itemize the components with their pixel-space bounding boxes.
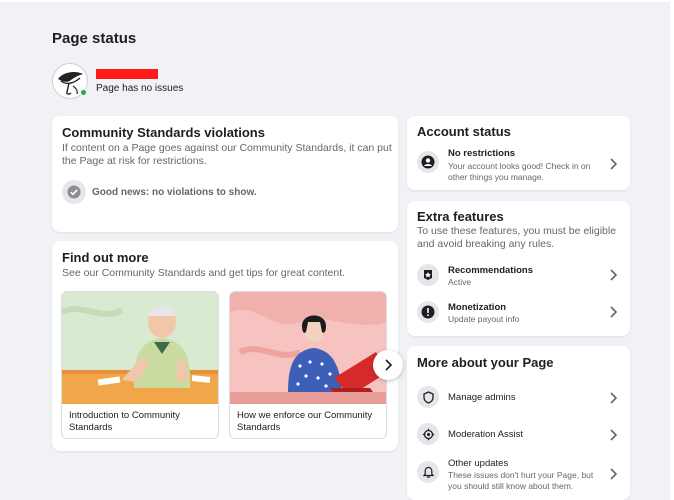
moderation-assist-label: Moderation Assist bbox=[448, 429, 523, 440]
community-standards-title: Community Standards violations bbox=[62, 125, 265, 140]
chevron-right-icon bbox=[610, 468, 618, 480]
community-standards-description: If content on a Page goes against our Co… bbox=[62, 142, 392, 167]
more-about-title: More about your Page bbox=[417, 355, 554, 370]
page-issue-status: Page has no issues bbox=[96, 83, 184, 94]
extra-features-card: Extra features To use these features, yo… bbox=[407, 201, 630, 336]
monetization-status: Update payout info bbox=[448, 314, 520, 324]
chevron-right-icon bbox=[610, 158, 618, 170]
right-border bbox=[670, 0, 674, 500]
violations-status-text: Good news: no violations to show. bbox=[92, 187, 257, 198]
more-about-page-card: More about your Page Manage admins Moder… bbox=[407, 346, 630, 500]
chevron-right-icon bbox=[610, 429, 618, 441]
other-updates-title: Other updates bbox=[448, 458, 509, 469]
extra-features-description: To use these features, you must be eligi… bbox=[417, 225, 617, 250]
redacted-page-name bbox=[96, 69, 158, 79]
user-circle-icon bbox=[417, 151, 439, 173]
account-status-card: Account status No restrictions Your acco… bbox=[407, 116, 630, 190]
online-status-dot bbox=[79, 88, 88, 97]
find-out-more-description: See our Community Standards and get tips… bbox=[62, 267, 346, 279]
top-border bbox=[0, 0, 674, 2]
tile-label: How we enforce our Community Standards bbox=[237, 410, 373, 433]
carousel-next-button[interactable] bbox=[373, 350, 403, 380]
chevron-right-icon bbox=[610, 269, 618, 281]
chevron-right-icon bbox=[385, 359, 393, 371]
other-updates-subtitle: These issues don't hurt your Page, but y… bbox=[448, 470, 594, 491]
tile-intro-community-standards[interactable]: Introduction to Community Standards bbox=[61, 291, 219, 439]
chevron-right-icon bbox=[610, 306, 618, 318]
recommendations-title: Recommendations bbox=[448, 265, 533, 276]
tile-label: Introduction to Community Standards bbox=[69, 410, 180, 433]
chevron-right-icon bbox=[610, 392, 618, 404]
recommendation-icon bbox=[417, 264, 439, 286]
woman-laptop-illustration bbox=[230, 292, 386, 404]
alert-icon bbox=[417, 301, 439, 323]
tile-how-we-enforce[interactable]: How we enforce our Community Standards bbox=[229, 291, 387, 439]
checkmark-icon bbox=[62, 180, 86, 204]
gear-icon bbox=[417, 423, 439, 445]
bell-icon bbox=[417, 461, 439, 483]
page-title: Page status bbox=[52, 30, 137, 47]
monetization-title: Monetization bbox=[448, 302, 507, 313]
community-standards-card: Community Standards violations If conten… bbox=[52, 116, 398, 232]
extra-features-title: Extra features bbox=[417, 209, 504, 224]
no-restrictions-subtitle: Your account looks good! Check in on oth… bbox=[448, 161, 591, 182]
no-restrictions-title: No restrictions bbox=[448, 148, 516, 159]
recommendations-status: Active bbox=[448, 277, 472, 287]
account-status-title: Account status bbox=[417, 124, 511, 139]
find-out-more-card: Find out more See our Community Standard… bbox=[52, 241, 398, 451]
shield-icon bbox=[417, 386, 439, 408]
elderly-man-illustration bbox=[62, 292, 218, 404]
manage-admins-label: Manage admins bbox=[448, 392, 516, 403]
find-out-more-title: Find out more bbox=[62, 250, 149, 265]
